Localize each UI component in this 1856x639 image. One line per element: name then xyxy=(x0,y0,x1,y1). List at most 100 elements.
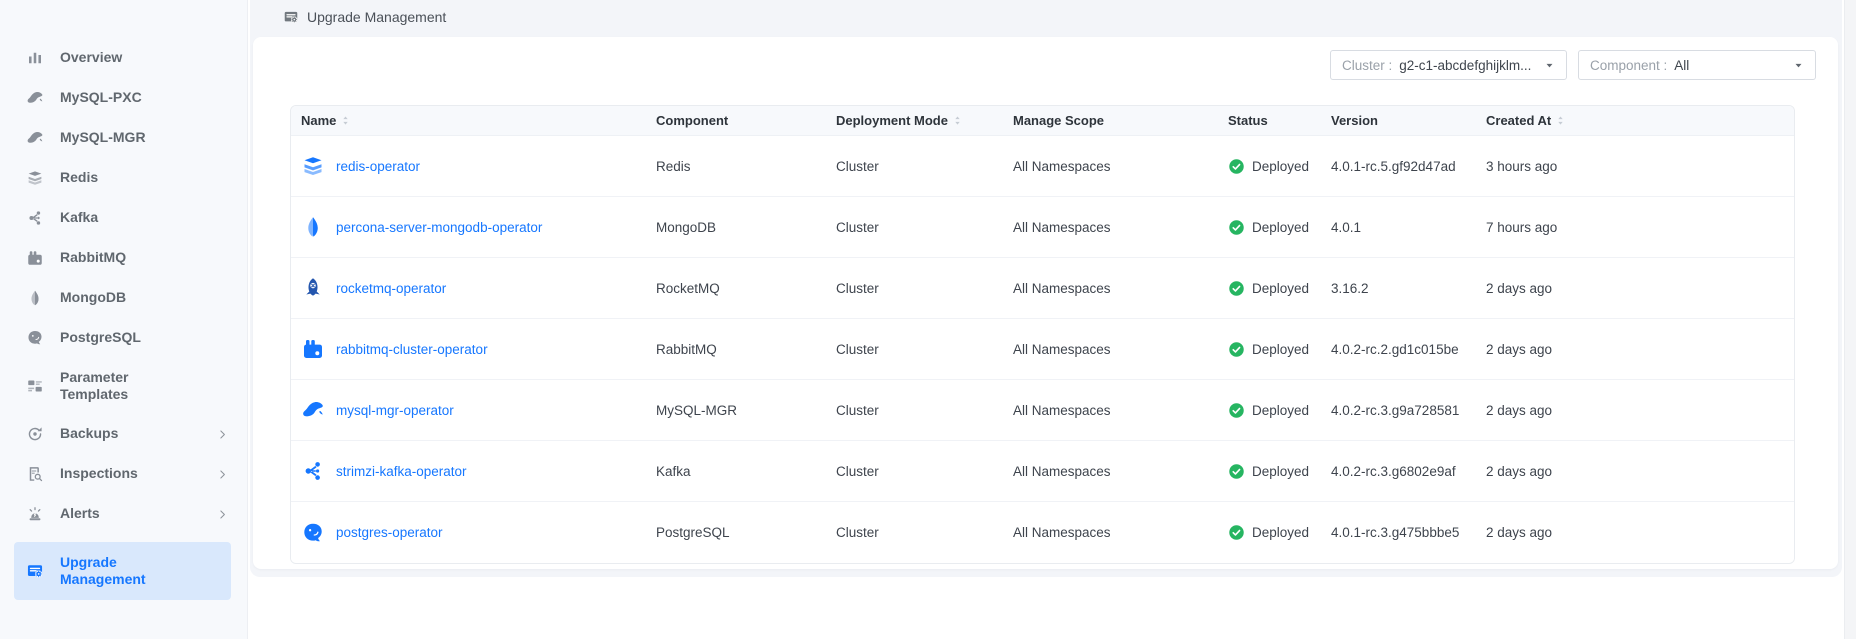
page-title: Upgrade Management xyxy=(307,9,446,25)
cell-component: RocketMQ xyxy=(646,281,826,296)
scrollbar-track[interactable] xyxy=(1844,0,1856,639)
sidebar-item-label: MySQL-MGR xyxy=(60,129,146,147)
sidebar-item-mongodb[interactable]: MongoDB xyxy=(0,278,247,318)
mysql-icon xyxy=(26,129,44,147)
cluster-filter-select[interactable]: Cluster : g2-c1-abcdefghijklm... xyxy=(1330,50,1567,80)
cell-status: Deployed xyxy=(1218,524,1321,541)
operator-link[interactable]: rocketmq-operator xyxy=(336,281,446,296)
mysql-icon xyxy=(301,398,325,422)
operator-link[interactable]: mysql-mgr-operator xyxy=(336,403,454,418)
sidebar-item-rabbitmq[interactable]: RabbitMQ xyxy=(0,238,247,278)
deployed-check-icon xyxy=(1228,341,1245,358)
cell-version: 4.0.2-rc.3.g6802e9af xyxy=(1321,464,1476,479)
cell-name: rocketmq-operator xyxy=(291,276,646,300)
column-header-version: Version xyxy=(1321,113,1476,128)
cluster-filter-value: g2-c1-abcdefghijklm... xyxy=(1399,58,1531,73)
column-header-created-at[interactable]: Created At xyxy=(1476,113,1794,128)
chevron-right-icon xyxy=(216,428,229,441)
column-header-label: Version xyxy=(1331,113,1378,128)
cell-component: PostgreSQL xyxy=(646,525,826,540)
upgrade-management-icon xyxy=(26,562,44,580)
sort-icon[interactable] xyxy=(339,114,352,127)
sidebar-item-label: MongoDB xyxy=(60,289,126,307)
breadcrumb: Upgrade Management xyxy=(283,7,446,27)
overview-icon xyxy=(26,49,44,67)
table-row: redis-operator RedisClusterAll Namespaces… xyxy=(291,136,1794,197)
column-header-label: Manage Scope xyxy=(1013,113,1104,128)
cell-name: postgres-operator xyxy=(291,521,646,545)
sidebar-item-kafka[interactable]: Kafka xyxy=(0,198,247,238)
cell-created-at: 2 days ago xyxy=(1476,403,1794,418)
operator-link[interactable]: postgres-operator xyxy=(336,525,443,540)
mongodb-icon xyxy=(301,215,325,239)
sidebar-item-alerts[interactable]: Alerts xyxy=(0,494,247,534)
cluster-filter-label: Cluster : xyxy=(1342,58,1392,73)
filter-bar: Cluster : g2-c1-abcdefghijklm... Compone… xyxy=(1330,50,1816,80)
cell-version: 3.16.2 xyxy=(1321,281,1476,296)
cell-version: 4.0.1 xyxy=(1321,220,1476,235)
cell-component: MongoDB xyxy=(646,220,826,235)
column-header-name[interactable]: Name xyxy=(291,113,646,128)
cell-name: percona-server-mongodb-operator xyxy=(291,215,646,239)
chevron-right-icon xyxy=(216,468,229,481)
status-label: Deployed xyxy=(1252,159,1309,174)
cell-manage-scope: All Namespaces xyxy=(1003,342,1218,357)
operator-link[interactable]: redis-operator xyxy=(336,159,420,174)
cell-status: Deployed xyxy=(1218,280,1321,297)
component-filter-select[interactable]: Component : All xyxy=(1578,50,1816,80)
status-label: Deployed xyxy=(1252,281,1309,296)
column-header-status: Status xyxy=(1218,113,1321,128)
app-root: Overview MySQL-PXC MySQL-MGR Redis Kafka Rabb… xyxy=(0,0,1856,639)
deployed-check-icon xyxy=(1228,402,1245,419)
cell-component: Redis xyxy=(646,159,826,174)
cell-status: Deployed xyxy=(1218,463,1321,480)
sidebar-item-parameter-templates[interactable]: Parameter Templates xyxy=(0,358,247,414)
operator-link[interactable]: rabbitmq-cluster-operator xyxy=(336,342,488,357)
cell-deployment-mode: Cluster xyxy=(826,403,1003,418)
cell-component: Kafka xyxy=(646,464,826,479)
column-header-label: Component xyxy=(656,113,728,128)
sidebar-item-overview[interactable]: Overview xyxy=(0,38,247,78)
cell-deployment-mode: Cluster xyxy=(826,464,1003,479)
status-label: Deployed xyxy=(1252,342,1309,357)
operator-link[interactable]: percona-server-mongodb-operator xyxy=(336,220,542,235)
cell-manage-scope: All Namespaces xyxy=(1003,159,1218,174)
sidebar-item-label: Overview xyxy=(60,49,122,67)
sidebar-item-backups[interactable]: Backups xyxy=(0,414,247,454)
cell-deployment-mode: Cluster xyxy=(826,220,1003,235)
cell-created-at: 2 days ago xyxy=(1476,464,1794,479)
cell-deployment-mode: Cluster xyxy=(826,159,1003,174)
redis-icon xyxy=(26,169,44,187)
column-header-manage-scope: Manage Scope xyxy=(1003,113,1218,128)
table-row: postgres-operatorPostgreSQLClusterAll Na… xyxy=(291,502,1794,563)
sidebar-item-label: Kafka xyxy=(60,209,98,227)
kafka-icon xyxy=(26,209,44,227)
cell-status: Deployed xyxy=(1218,158,1321,175)
cell-version: 4.0.2-rc.2.gd1c015be xyxy=(1321,342,1476,357)
sort-icon[interactable] xyxy=(1554,114,1567,127)
sort-icon[interactable] xyxy=(951,114,964,127)
table-header-row: Name Component Deployment Mode Manage Scope… xyxy=(291,106,1794,136)
sidebar-item-inspections[interactable]: Inspections xyxy=(0,454,247,494)
cell-created-at: 2 days ago xyxy=(1476,525,1794,540)
sidebar-item-label: Alerts xyxy=(60,505,100,523)
sidebar-item-redis[interactable]: Redis xyxy=(0,158,247,198)
cell-name: mysql-mgr-operator xyxy=(291,398,646,422)
cell-version: 4.0.1-rc.3.g475bbbe5 xyxy=(1321,525,1476,540)
chevron-right-icon xyxy=(216,508,229,521)
table-row: rabbitmq-cluster-operatorRabbitMQCluster… xyxy=(291,319,1794,380)
sidebar-item-mysql-mgr[interactable]: MySQL-MGR xyxy=(0,118,247,158)
table-row: mysql-mgr-operatorMySQL-MGRClusterAll Na… xyxy=(291,380,1794,441)
column-header-deployment-mode[interactable]: Deployment Mode xyxy=(826,113,1003,128)
content-card: Cluster : g2-c1-abcdefghijklm... Compone… xyxy=(253,37,1838,569)
sidebar-item-postgresql[interactable]: PostgreSQL xyxy=(0,318,247,358)
chevron-down-icon xyxy=(1793,60,1804,71)
component-filter-value: All xyxy=(1674,58,1689,73)
sidebar-item-mysql-pxc[interactable]: MySQL-PXC xyxy=(0,78,247,118)
postgresql-icon xyxy=(301,521,325,545)
operator-link[interactable]: strimzi-kafka-operator xyxy=(336,464,467,479)
sidebar-item-upgrade-management[interactable]: Upgrade Management xyxy=(14,542,231,600)
redis-icon xyxy=(301,154,325,178)
kafka-icon xyxy=(301,459,325,483)
cell-created-at: 3 hours ago xyxy=(1476,159,1794,174)
